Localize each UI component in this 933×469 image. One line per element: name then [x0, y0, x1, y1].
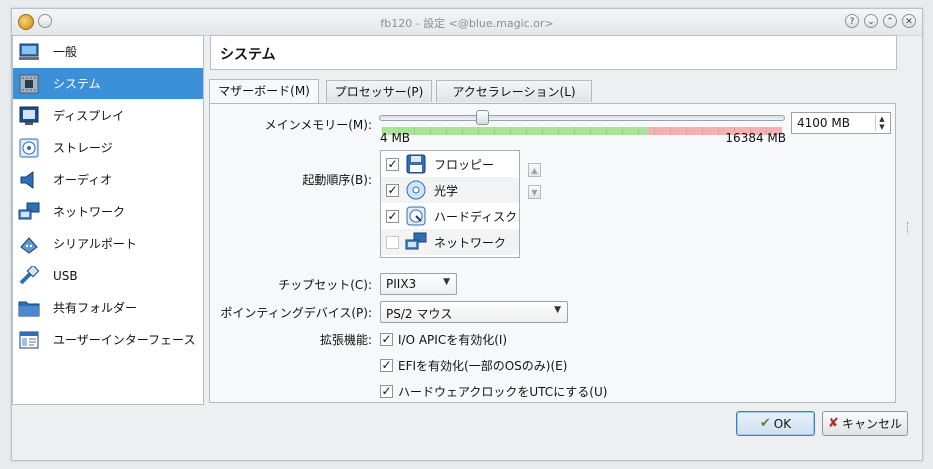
option-label: I/O APICを有効化(I)	[398, 332, 508, 347]
memory-max-label: 16384 MB	[725, 131, 786, 145]
disk-icon	[17, 137, 41, 159]
spinner-arrows-icon[interactable]: ▲ ▼	[875, 115, 888, 131]
boot-item-label: 光学	[434, 183, 459, 198]
sidebar-item-label: ユーザーインターフェース	[53, 333, 196, 347]
sidebar-item-label: 共有フォルダー	[53, 301, 138, 315]
memory-slider-handle[interactable]	[476, 110, 489, 125]
option-io-apic[interactable]: ✓ I/O APICを有効化(I)	[380, 330, 507, 348]
memory-label: メインメモリー(M):	[264, 118, 372, 132]
checkbox[interactable]: ✓	[380, 332, 393, 346]
pointing-device-label: ポインティングデバイス(P):	[220, 306, 372, 320]
boot-order-label: 起動順序(B):	[302, 173, 372, 187]
window-title: fb120 - 設定 <@blue.magic.or>	[380, 17, 554, 30]
folder-icon	[17, 297, 41, 319]
resize-grip[interactable]	[907, 222, 911, 234]
option-efi[interactable]: ✓ EFIを有効化(一部のOSのみ)(E)	[380, 356, 567, 374]
usb-icon	[17, 265, 41, 287]
tab-motherboard[interactable]: マザーボード(M)	[209, 79, 319, 104]
sidebar-item-network[interactable]: ネットワーク	[13, 196, 203, 227]
sidebar-item-label: ストレージ	[53, 141, 113, 155]
memory-slider[interactable]	[379, 115, 785, 121]
checkbox[interactable]	[386, 235, 399, 249]
page-title: システム	[220, 47, 276, 63]
boot-item-hard-disk[interactable]: ✓ ハードディスク	[381, 203, 519, 229]
help-button[interactable]: ?	[845, 14, 859, 28]
minimize-button[interactable]: ⌄	[864, 14, 878, 28]
memory-safe-range	[382, 127, 648, 135]
sidebar-item-label: ディスプレイ	[53, 109, 125, 123]
checkbox[interactable]: ✓	[380, 358, 393, 372]
floppy-icon	[405, 153, 427, 175]
network-icon	[17, 201, 41, 223]
tab-processor[interactable]: プロセッサー(P)	[326, 80, 432, 102]
serial-port-icon	[17, 233, 41, 255]
memory-min-label: 4 MB	[380, 131, 411, 145]
speaker-icon	[17, 169, 41, 191]
pointing-device-value: PS/2 マウス	[386, 307, 453, 321]
sidebar-item-label: シリアルポート	[53, 237, 137, 251]
option-utc-clock[interactable]: ✓ ハードウェアクロックをUTCにする(U)	[380, 382, 607, 400]
boot-item-label: ネットワーク	[434, 235, 507, 250]
boot-item-label: フロッピー	[434, 157, 495, 172]
checkbox[interactable]: ✓	[380, 384, 393, 398]
settings-sidebar: 一般 システム ディスプレイ ストレージ オーディオ ネットワーク シリアルポー…	[12, 35, 204, 405]
extended-features-label: 拡張機能:	[319, 333, 372, 347]
sidebar-item-shared-folders[interactable]: 共有フォルダー	[13, 292, 203, 323]
cancel-button[interactable]: ✘ キャンセル	[822, 411, 908, 436]
move-up-button[interactable]: ▲	[528, 163, 541, 177]
monitor-icon	[17, 41, 41, 63]
sidebar-item-label: 一般	[53, 45, 78, 59]
sidebar-item-usb[interactable]: USB	[13, 260, 203, 291]
sidebar-item-audio[interactable]: オーディオ	[13, 164, 203, 195]
chevron-down-icon: ▼	[554, 305, 561, 315]
close-button[interactable]: ✕	[902, 14, 916, 28]
page-header: システム	[210, 35, 897, 70]
option-label: ハードウェアクロックをUTCにする(U)	[398, 384, 608, 399]
sidebar-item-label: ネットワーク	[53, 205, 126, 219]
optical-disc-icon	[405, 179, 427, 201]
memory-value: 4100 MB	[797, 116, 850, 130]
sidebar-item-user-interface[interactable]: ユーザーインターフェース	[13, 324, 203, 355]
option-label: EFIを有効化(一部のOSのみ)(E)	[398, 358, 568, 373]
cancel-icon: ✘	[828, 416, 839, 431]
boot-item-network[interactable]: ネットワーク	[381, 229, 519, 255]
chip-icon	[17, 73, 41, 95]
network-icon	[405, 231, 427, 253]
sidebar-item-storage[interactable]: ストレージ	[13, 132, 203, 163]
display-icon	[17, 105, 41, 127]
pointing-device-select[interactable]: PS/2 マウス ▼	[380, 301, 568, 323]
chipset-select[interactable]: PIIX3 ▼	[380, 273, 457, 295]
sidebar-item-label: USB	[53, 268, 78, 283]
boot-item-optical[interactable]: ✓ 光学	[381, 177, 519, 203]
boot-item-floppy[interactable]: ✓ フロッピー	[381, 151, 519, 177]
checkbox[interactable]: ✓	[386, 183, 399, 197]
move-down-button[interactable]: ▼	[528, 185, 541, 199]
ok-icon: ✔	[759, 416, 771, 431]
chipset-value: PIIX3	[386, 277, 417, 291]
chevron-down-icon: ▼	[443, 277, 450, 287]
titlebar: fb120 - 設定 <@blue.magic.or> ? ⌄ ⌃ ✕	[12, 9, 922, 36]
maximize-button[interactable]: ⌃	[883, 14, 897, 28]
sidebar-item-general[interactable]: 一般	[13, 36, 203, 67]
checkbox[interactable]: ✓	[386, 157, 399, 171]
sidebar-item-display[interactable]: ディスプレイ	[13, 100, 203, 131]
ui-window-icon	[17, 329, 41, 351]
hard-disk-icon	[405, 205, 427, 227]
ok-button[interactable]: ✔ OK	[736, 411, 815, 436]
boot-order-list[interactable]: ✓ フロッピー ✓ 光学 ✓ ハードディスク ネットワーク	[380, 150, 520, 258]
sidebar-item-label: システム	[53, 77, 101, 91]
tab-acceleration[interactable]: アクセラレーション(L)	[436, 80, 592, 102]
boot-item-label: ハードディスク	[434, 209, 518, 224]
chipset-label: チップセット(C):	[278, 278, 372, 292]
memory-spinbox[interactable]: 4100 MB ▲ ▼	[791, 112, 891, 134]
sidebar-item-system[interactable]: システム	[13, 68, 203, 99]
sidebar-item-serial-port[interactable]: シリアルポート	[13, 228, 203, 259]
checkbox[interactable]: ✓	[386, 209, 399, 223]
sidebar-item-label: オーディオ	[53, 173, 113, 187]
